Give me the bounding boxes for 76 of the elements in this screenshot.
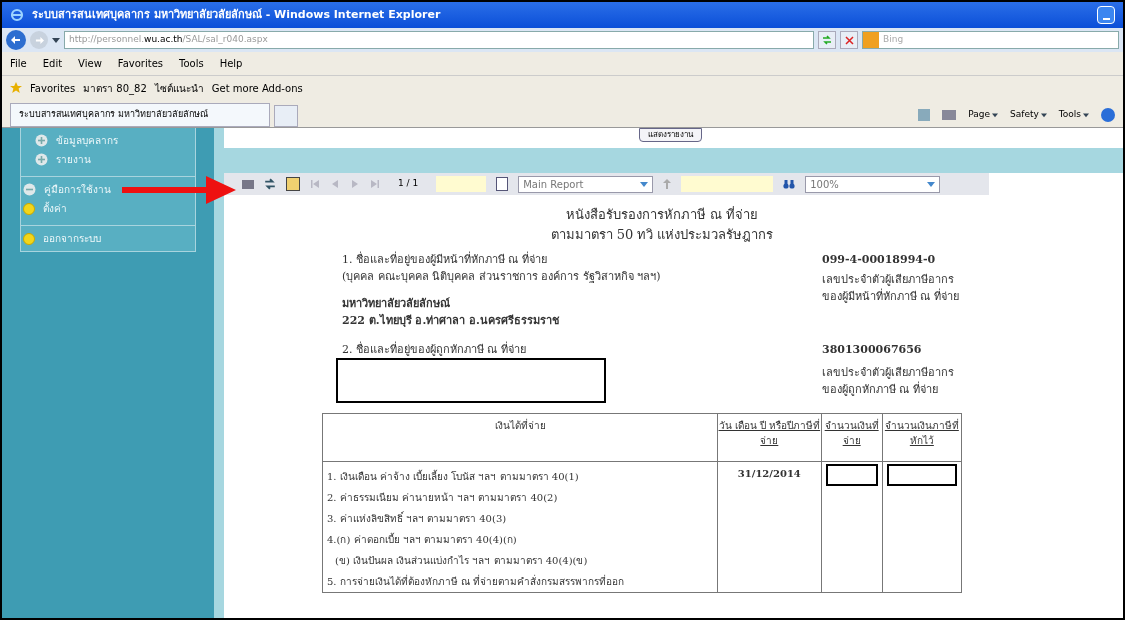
- column-header: เงินได้ที่จ่าย: [322, 413, 718, 462]
- tax-id-label: ของผู้มีหน้าที่หักภาษี ณ ที่จ่าย: [822, 288, 960, 305]
- income-item: 5. การจ่ายเงินได้ที่ต้องหักภาษี ณ ที่จ่ายตามคำสั่งกรมสรรพากรที่ออก: [327, 573, 626, 589]
- report-select[interactable]: Main Report: [518, 175, 654, 193]
- new-tab-button[interactable]: [274, 105, 298, 127]
- payer-name: มหาวิทยาลัยวลัยลักษณ์: [342, 296, 451, 312]
- menu-item[interactable]: View: [78, 56, 102, 71]
- back-button[interactable]: [6, 30, 26, 50]
- favorite-link[interactable]: Get more Add-ons: [211, 80, 303, 96]
- column-header: จำนวนเงินภาษีที่หักไว้: [882, 413, 962, 462]
- section-heading: 1. ชื่อและที่อยู่ของผู้มีหน้าที่หักภาษี ณ ที่จ่าย: [342, 251, 548, 268]
- favorites-button[interactable]: Favorites: [30, 80, 76, 96]
- caret-icon[interactable]: [640, 180, 649, 188]
- close-icon: [844, 35, 854, 45]
- minus-circle-icon: [23, 183, 36, 196]
- payer-address: 222 ต.ไทยบุรี อ.ท่าศาลา อ.นครศรีธรรมราช: [342, 313, 560, 329]
- back-arrow-icon: [11, 35, 21, 45]
- zoom-select[interactable]: 100%: [805, 175, 941, 193]
- command-menu[interactable]: Safety: [1010, 108, 1039, 122]
- browser-logo-icon: [10, 8, 24, 22]
- menu-item[interactable]: Help: [219, 56, 243, 71]
- plus-circle-icon: [35, 153, 48, 166]
- caret-icon[interactable]: [52, 36, 60, 44]
- menu-item[interactable]: File: [10, 56, 27, 71]
- section-heading: 2. ชื่อและที่อยู่ของผู้ถูกหักภาษี ณ ที่จ่าย: [342, 341, 527, 358]
- favorite-link[interactable]: มาตรา 80_82: [83, 80, 147, 96]
- section-note: (บุคคล คณะบุคคล นิติบุคคล ส่วนราชการ องค์การ รัฐวิสาหกิจ ฯลฯ): [342, 269, 662, 285]
- tax-id-label: เลขประจำตัวผู้เสียภาษีอากร: [822, 272, 955, 288]
- refresh-icon[interactable]: [264, 178, 276, 190]
- command-menu[interactable]: Page: [968, 108, 991, 122]
- redaction-box: [886, 464, 957, 486]
- help-icon[interactable]: [1101, 108, 1115, 122]
- column-header: จำนวนเงินที่จ่าย: [821, 413, 883, 462]
- group-tree-toggle[interactable]: [286, 177, 300, 191]
- arrow-icon: [122, 176, 236, 204]
- menu-item[interactable]: Edit: [42, 56, 63, 71]
- favorite-link[interactable]: ไซต์แนะนำ: [154, 80, 204, 96]
- binoculars-icon[interactable]: [783, 179, 796, 189]
- go-to-page-field[interactable]: [436, 176, 487, 192]
- caret-icon[interactable]: [927, 180, 936, 188]
- income-item: 4.(ก) ค่าดอกเบี้ย ฯลฯ ตามมาตรา 40(4)(ก): [327, 531, 518, 547]
- tax-id-label: เลขประจำตัวผู้เสียภาษีอากร: [822, 365, 955, 381]
- minimize-button[interactable]: [1097, 6, 1115, 24]
- browser-tab[interactable]: ระบบสารสนเทศบุคลากร มหาวิทยาลัยวลัยลักษณ์: [10, 103, 270, 127]
- bullet-icon: [23, 232, 35, 245]
- income-item: (ข) เงินปันผล เงินส่วนแบ่งกำไร ฯลฯ ตามมาตรา 40(4)(ข): [334, 554, 589, 568]
- income-item: 3. ค่าแห่งลิขสิทธิ์ ฯลฯ ตามมาตรา 40(3): [327, 510, 508, 526]
- tax-id-label: ของผู้ถูกหักภาษี ณ ที่จ่าย: [822, 381, 939, 398]
- document-title: หนังสือรับรองการหักภาษี ณ ที่จ่าย: [565, 205, 759, 224]
- tax-id: 3801300067656: [822, 342, 923, 358]
- refresh-icon: [822, 35, 832, 45]
- address-field[interactable]: http://personnel.wu.ac.th/SAL/sal_r040.aspx: [64, 31, 814, 49]
- caret-icon[interactable]: [1083, 112, 1089, 118]
- income-item: 1. เงินเดือน ค่าจ้าง เบี้ยเลี้ยง โบนัส ฯลฯ ตามมาตรา 40(1): [327, 468, 580, 484]
- income-item: 2. ค่าธรรมเนียม ค่านายหน้า ฯลฯ ตามมาตรา 40(2): [327, 491, 559, 505]
- menu-item[interactable]: Tools: [179, 56, 204, 71]
- tax-id: 099-4-00018994-0: [822, 252, 937, 268]
- command-menu[interactable]: Tools: [1058, 108, 1081, 122]
- show-report-button[interactable]: แสดงรายงาน: [639, 128, 702, 142]
- stop-button[interactable]: [840, 31, 858, 49]
- column-header: วัน เดือน ปี หรือปีภาษีที่จ่าย: [717, 413, 822, 462]
- plus-circle-icon: [35, 134, 48, 147]
- refresh-button[interactable]: [818, 31, 836, 49]
- up-arrow-icon[interactable]: [663, 179, 672, 189]
- window-title: ระบบสารสนเทศบุคลากร มหาวิทยาลัยวลัยลักษณ์ - Windows Internet Explorer: [32, 6, 441, 23]
- document-subtitle: ตามมาตรา 50 ทวิ แห่งประมวลรัษฎากร: [550, 226, 774, 244]
- search-text-field[interactable]: [681, 176, 774, 192]
- redaction-box: [825, 464, 878, 486]
- caret-icon[interactable]: [992, 112, 999, 118]
- star-icon[interactable]: [10, 82, 22, 94]
- table-cell: 31/12/2014: [717, 461, 822, 593]
- page-indicator: 1 / 1: [397, 177, 420, 191]
- forward-arrow-icon: [34, 35, 44, 45]
- caret-icon[interactable]: [1040, 112, 1047, 118]
- bullet-icon: [23, 202, 35, 215]
- menu-item[interactable]: Favorites: [117, 56, 163, 71]
